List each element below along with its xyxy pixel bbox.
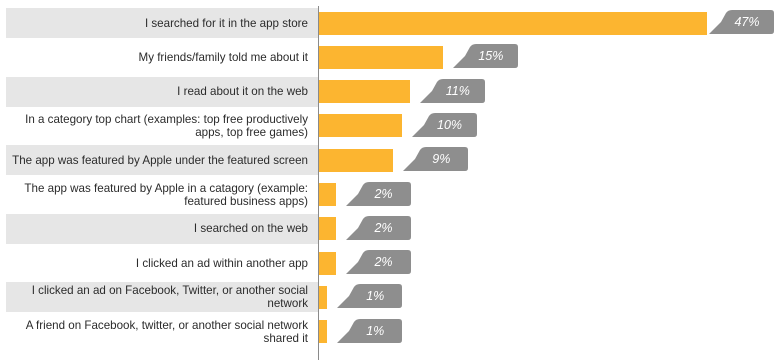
value-tag: 9% [403,146,469,172]
value-label: 2% [374,186,393,201]
category-label: I read about it on the web [177,85,308,99]
value-tag: 47% [709,9,775,35]
bar [319,80,410,104]
category-label: I searched for it in the app store [144,16,308,30]
axis-line [318,6,319,360]
category-label: I clicked an ad within another app [135,256,308,270]
value-label: 15% [478,49,504,64]
value-tag: 1% [337,283,403,309]
value-tag: 2% [345,181,412,207]
value-label: 2% [374,255,393,270]
category-label: I clicked an ad on Facebook, Twitter, or… [31,284,308,311]
category-label: In a category top chart (examples: top f… [25,112,308,139]
value-tag: 15% [452,43,519,69]
value-label: 9% [432,152,451,167]
value-label: 10% [437,117,463,132]
bar [319,114,402,138]
value-label: 1% [366,289,385,304]
value-tag: 2% [345,249,412,275]
bar [319,45,443,69]
bar [319,285,328,309]
bar [319,148,394,172]
value-label: 47% [734,15,760,29]
value-tag: 1% [337,318,403,344]
value-tag: 2% [345,215,412,241]
value-tag: 10% [411,112,478,138]
bar [319,320,328,344]
category-label: My friends/family told me about it [138,50,308,64]
bar [319,11,707,35]
category-label: A friend on Facebook, twitter, or anothe… [25,318,308,345]
category-label: I searched on the web [193,222,308,236]
value-tag: 11% [419,78,486,104]
value-label: 2% [374,220,393,235]
bar [319,251,336,275]
chart: I searched for it in the app store My fri… [0,0,777,362]
category-label: The app was featured by Apple under the … [12,153,308,167]
bar [319,217,336,241]
category-label: The app was featured by Apple in a catag… [24,181,308,208]
bar [319,183,336,206]
value-label: 1% [366,323,385,338]
value-label: 11% [445,83,470,98]
